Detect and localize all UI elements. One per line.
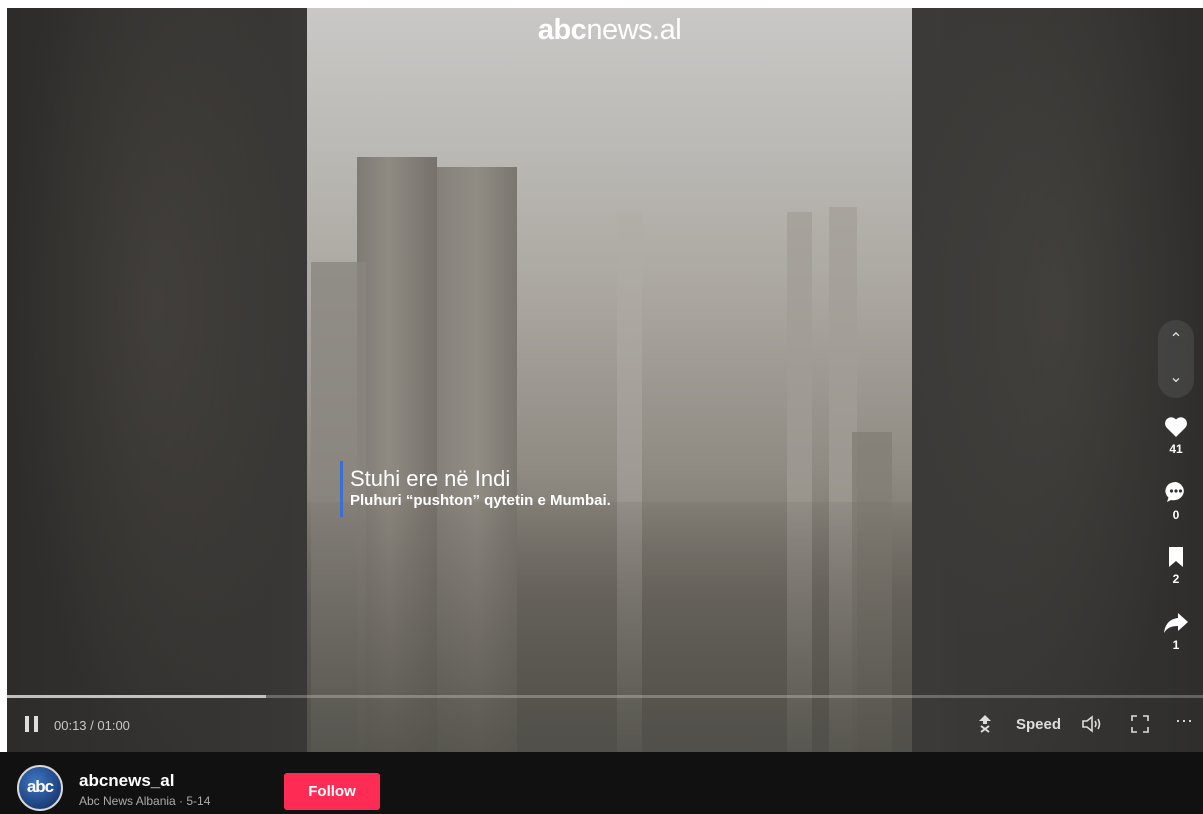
author-subtitle: Abc News Albania · 5-14 xyxy=(79,794,211,808)
video-nav: ⌃ ⌄ xyxy=(1158,320,1194,398)
video-frame[interactable]: abcnews.al Stuhi ere në Indi Pluhuri “pu… xyxy=(307,8,912,752)
time-display: 00:13 / 01:00 xyxy=(54,718,130,733)
author-bar: abc abcnews_al Abc News Albania · 5-14 F… xyxy=(0,752,1203,814)
pause-button[interactable] xyxy=(24,715,40,738)
like-button[interactable]: 41 xyxy=(1158,416,1194,456)
chevron-up-icon: ⌃ xyxy=(1169,331,1183,348)
more-icon: ⋯ xyxy=(1175,711,1194,731)
comment-button[interactable]: 0 xyxy=(1158,480,1194,522)
player-controls: 00:13 / 01:00 Speed ⋯ xyxy=(7,705,1203,745)
more-options-button[interactable]: ⋯ xyxy=(1175,711,1194,732)
save-count: 2 xyxy=(1172,572,1180,586)
like-count: 41 xyxy=(1169,442,1183,456)
pause-icon xyxy=(25,716,38,732)
comment-count: 0 xyxy=(1172,508,1180,522)
share-count: 1 xyxy=(1172,638,1180,652)
video-player[interactable]: abcnews.al Stuhi ere në Indi Pluhuri “pu… xyxy=(7,8,1203,752)
volume-icon xyxy=(1082,715,1101,733)
progress-fill xyxy=(7,695,267,698)
fullscreen-button[interactable] xyxy=(1130,714,1150,738)
next-video-button[interactable]: ⌄ xyxy=(1158,360,1194,396)
speed-button[interactable]: Speed xyxy=(1016,716,1061,733)
previous-video-button[interactable]: ⌃ xyxy=(1158,322,1194,358)
bookmark-icon xyxy=(1169,547,1183,567)
comment-icon xyxy=(1165,481,1184,502)
float-icon xyxy=(979,715,991,733)
caption-subline: Pluhuri “pushton” qytetin e Mumbai. xyxy=(350,492,611,509)
avatar[interactable]: abc xyxy=(17,765,63,811)
author-username[interactable]: abcnews_al xyxy=(79,771,174,791)
save-button[interactable]: 2 xyxy=(1158,546,1194,586)
share-arrow-icon xyxy=(1164,613,1188,633)
heart-icon xyxy=(1165,417,1187,437)
left-blur-backdrop xyxy=(7,8,307,752)
chevron-down-icon: ⌄ xyxy=(1169,369,1183,386)
progress-bar[interactable] xyxy=(7,695,1203,698)
fullscreen-icon xyxy=(1131,715,1149,733)
abcnews-watermark: abcnews.al xyxy=(537,14,682,46)
follow-button[interactable]: Follow xyxy=(284,773,380,810)
video-caption: Stuhi ere në Indi Pluhuri “pushton” qyte… xyxy=(340,461,611,517)
volume-button[interactable] xyxy=(1081,714,1103,738)
caption-headline: Stuhi ere në Indi xyxy=(350,466,511,491)
pip-button[interactable] xyxy=(975,714,995,738)
share-button[interactable]: 1 xyxy=(1158,612,1194,652)
